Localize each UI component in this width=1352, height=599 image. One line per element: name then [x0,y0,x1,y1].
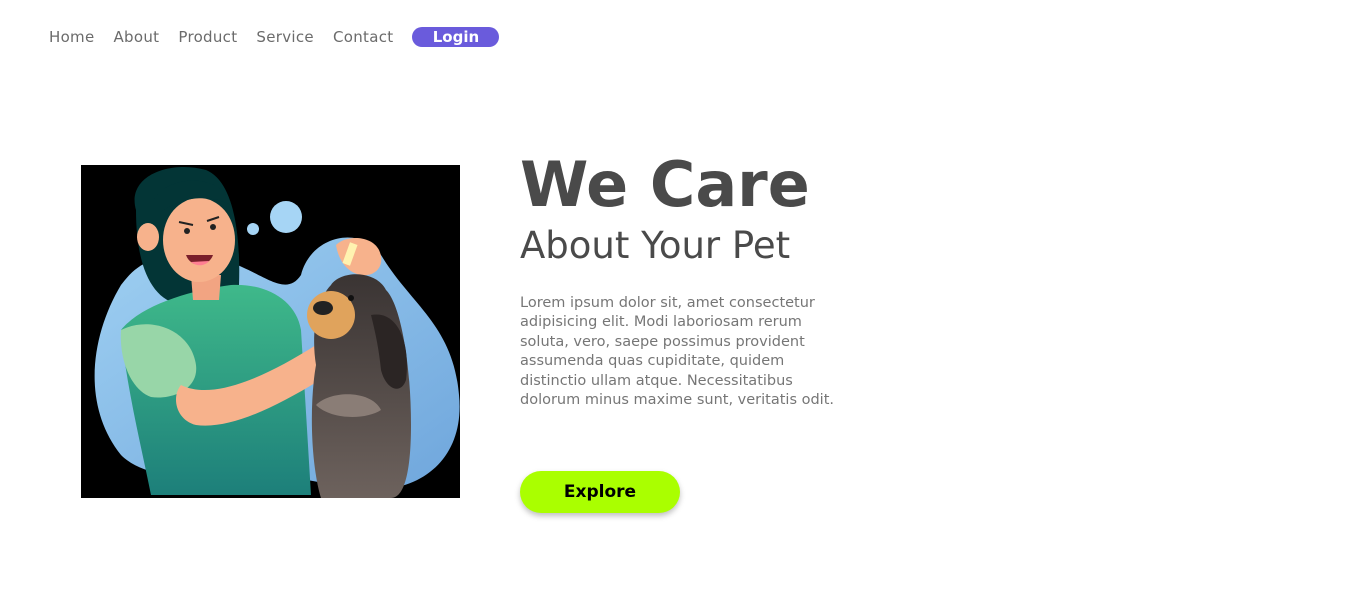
nav-link-about[interactable]: About [114,28,160,46]
hero-subtitle: About Your Pet [520,224,791,267]
nav-link-contact[interactable]: Contact [333,28,393,46]
woman-with-dog-vet-illustration [94,166,460,498]
login-button[interactable]: Login [412,27,500,47]
hero-illustration [81,165,460,498]
nav-link-service[interactable]: Service [256,28,314,46]
hero-description: Lorem ipsum dolor sit, amet consectetur … [520,295,835,409]
hero-title: We Care [520,148,810,221]
hero-text-block: We Care About Your Pet Lorem ipsum dolor… [520,150,860,410]
main-nav: Home About Product Service Contact Login [49,24,500,50]
explore-button[interactable]: Explore [520,471,680,513]
nav-link-product[interactable]: Product [178,28,237,46]
nav-link-home[interactable]: Home [49,28,95,46]
